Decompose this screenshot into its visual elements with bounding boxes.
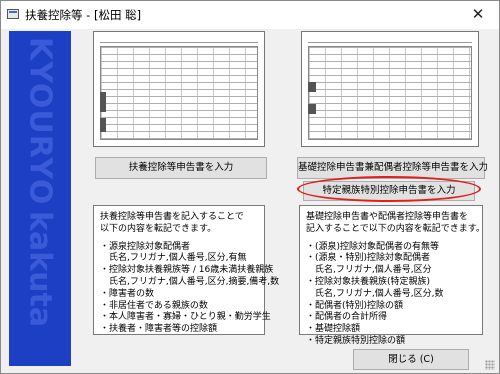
desc-line: 氏名,フリガナ,個人番号,区分,摘要,備考,数 [100,276,280,287]
tokutei-input-button[interactable]: 特定親族特別控除申告書を入力 [303,181,475,201]
desc-line: 氏名,フリガナ,個人番号,区分 [306,265,432,276]
banner-logo-text: KYOURYO [22,37,58,206]
desc-line: ・基礎控除額 [306,324,361,335]
desc-line: ・(源泉)控除対象配偶者の有無等 [306,241,440,252]
desc-line: ・(源泉・特別)控除対象配偶者 [306,253,431,264]
desc-line: ・扶養者・障害者等の控除額 [100,324,218,335]
desc-line: ・源泉控除対象配偶者 [100,241,191,252]
desc-line: ・配偶者(特別)控除の額 [306,300,404,311]
kiso-input-button[interactable]: 基礎控除申告書兼配偶者控除等申告書を入力 [297,157,488,179]
desc-line: ・特定親族特別控除の額 [306,335,406,346]
resize-grip-icon[interactable] [485,360,495,370]
desc-line: ・障害者の数 [100,288,155,299]
desc-line: ・控除対象扶養親族(特定親族) [306,276,431,287]
app-icon [7,9,19,19]
desc-line: 扶養控除等申告書を記入することで [100,212,244,222]
close-button[interactable]: 閉じる (C) [353,349,469,370]
banner-logo-text-2: kakuta [22,211,58,328]
desc-line: 氏名,フリガナ,個人番号,区分,有無 [100,253,247,264]
desc-line: ・非居住者である親族の数 [100,300,208,311]
desc-line: 以下の内容を転記できます。 [100,223,217,234]
title-bar: 扶養控除等 - [松田 聡] ✕ [1,1,499,29]
desc-line: 基礎控除申告書や配偶者控除等申告書を [306,212,469,222]
kiso-panel: 基礎控除申告書兼配偶者控除等申告書を入力 特定親族特別控除申告書を入力 基礎控除… [291,31,491,346]
desc-line: 記入することで以下の内容を転記できます。 [306,223,485,234]
desc-line: 氏名,フリガナ,個人番号,区分,数 [306,288,444,299]
desc-line: ・配偶者の合計所得 [306,312,388,323]
desc-line: ・本人障害者・寡婦・ひとり親・勤労学生 [100,312,271,323]
fuyo-input-button[interactable]: 扶養控除等申告書を入力 [95,157,267,179]
dialog-window: 扶養控除等 - [松田 聡] ✕ KYOURYO kakuta 扶養控除等申告書… [0,0,500,374]
fuyo-panel: 扶養控除等申告書を入力 扶養控除等申告書を記入することで 以下の内容を転記できま… [77,31,283,343]
kiso-form-thumbnail [301,31,479,147]
window-title: 扶養控除等 - [松田 聡] [25,8,142,22]
fuyo-description-box: 扶養控除等申告書を記入することで 以下の内容を転記できます。 ・源泉控除対象配偶… [93,205,280,335]
side-banner: KYOURYO kakuta [9,31,71,366]
close-icon[interactable]: ✕ [467,4,489,24]
fuyo-form-thumbnail [93,31,265,147]
desc-line: ・控除対象扶養親族等 / 16歳未満扶養親族 [100,265,274,276]
kiso-description-box: 基礎控除申告書や配偶者控除等申告書を 記入することで以下の内容を転記できます。 … [299,205,485,346]
